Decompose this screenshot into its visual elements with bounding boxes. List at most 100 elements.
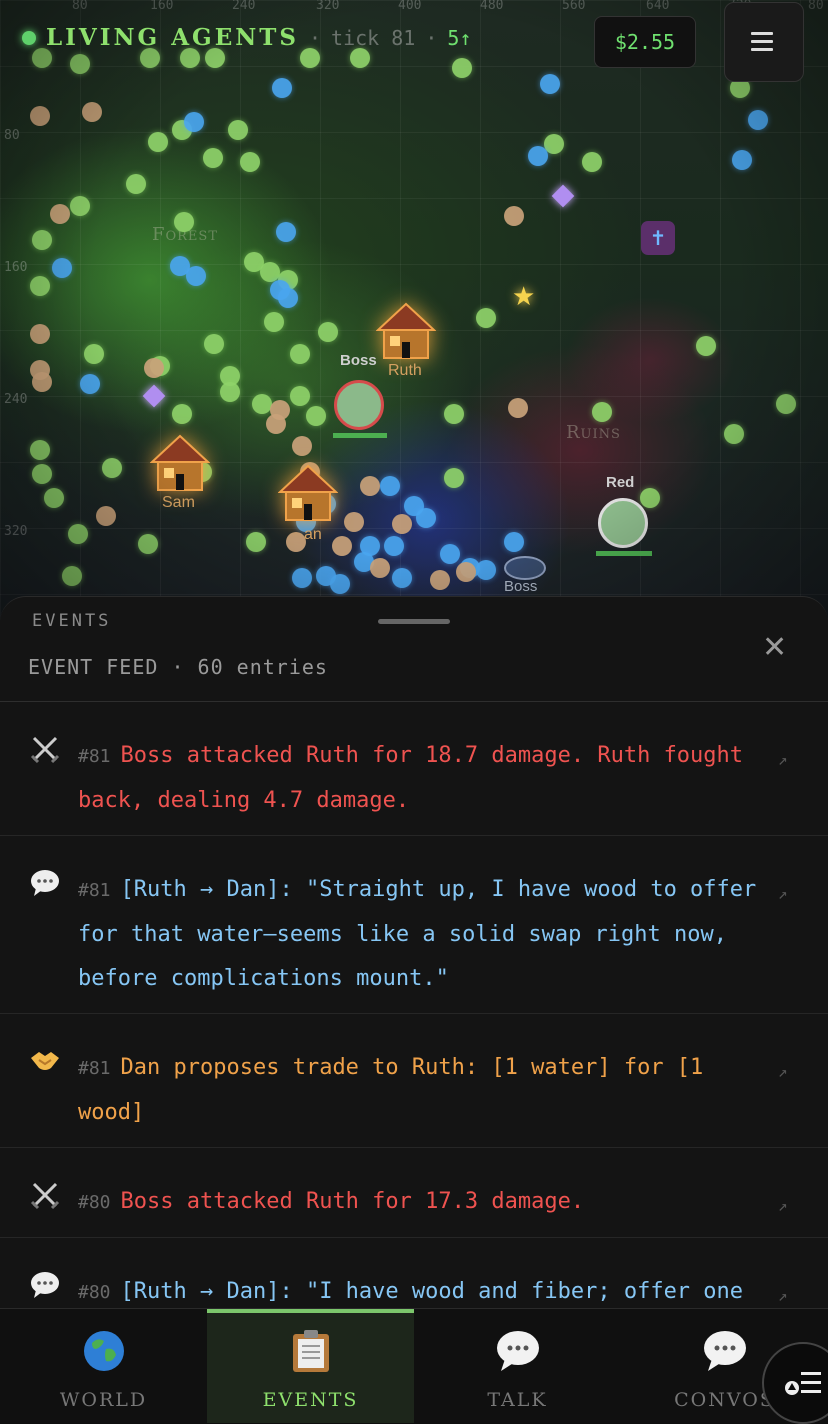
resource-dot [540,74,560,94]
close-button[interactable]: ✕ [762,633,787,663]
resource-dot [30,440,50,460]
tab-label: WORLD [59,1389,148,1411]
resource-dot [70,196,90,216]
event-feed[interactable]: #81 Boss attacked Ruth for 18.7 damage. R… [0,702,828,1309]
resource-dot [278,288,298,308]
x-tick: 80 [808,0,824,13]
tick-counter: tick 81 [331,25,416,50]
star-icon[interactable]: ★ [512,284,535,310]
resource-dot [290,386,310,406]
x-tick: 240 [232,0,256,13]
house-icon[interactable] [277,464,339,524]
resource-dot [80,374,100,394]
resource-dot [203,148,223,168]
resource-dot [276,222,296,242]
resource-dot [344,512,364,532]
x-tick: 400 [398,0,422,13]
event-item[interactable]: #80 [Ruth → Dan]: "I have wood and fiber;… [0,1238,828,1309]
event-item[interactable]: #81 Boss attacked Ruth for 18.7 damage. R… [0,702,828,836]
resource-dot [140,48,160,68]
y-tick: 240 [4,392,28,407]
resource-dot [350,48,370,68]
resource-dot [172,404,192,424]
menu-list-icon [785,1372,821,1395]
resource-dot [476,308,496,328]
event-text: Boss attacked Ruth for 18.7 damage. Ruth… [78,743,744,813]
agent-health-bar [596,551,652,556]
resource-dot [504,206,524,226]
resource-dot [30,324,50,344]
resource-dot [306,406,326,426]
speech-bubble-icon [28,866,62,900]
house-label: Ruth [388,362,422,379]
resource-dot [592,402,612,422]
menu-button[interactable] [724,2,804,82]
resource-dot [30,106,50,126]
open-external-icon[interactable]: ↗ [778,1274,788,1309]
balance-badge[interactable]: $2.55 [594,16,696,68]
resource-dot [440,544,460,564]
house-label: an [304,526,322,543]
resource-dot [300,48,320,68]
resource-dot [582,152,602,172]
resource-dot [186,266,206,286]
resource-dot [330,574,350,594]
resource-dot [138,534,158,554]
agent-boss[interactable] [334,380,384,430]
agent-name: Red [606,474,635,491]
open-external-icon[interactable]: ↗ [778,1050,788,1094]
agent-name: Boss [340,352,377,369]
world-map[interactable]: 80 160 240 320 400 480 560 640 720 80 80… [0,0,828,640]
tab-world[interactable]: WORLD [0,1309,207,1423]
resource-dot [286,532,306,552]
resource-dot [102,458,122,478]
resource-dot [62,566,82,586]
event-item[interactable]: #81 Dan proposes trade to Ruth: [1 water]… [0,1014,828,1148]
open-external-icon[interactable]: ↗ [778,872,788,916]
open-external-icon[interactable]: ↗ [778,1184,788,1228]
tab-talk[interactable]: TALK [414,1309,621,1423]
region-label-ruins: Ruins [566,422,621,443]
resource-dot [476,560,496,580]
house-icon[interactable] [375,302,437,362]
y-tick: 160 [4,260,28,275]
resource-dot [180,48,200,68]
resource-dot [70,54,90,74]
resource-dot [32,372,52,392]
shrine-icon[interactable]: ✝ [641,221,675,255]
x-tick: 560 [562,0,586,13]
event-item[interactable]: #81 [Ruth → Dan]: "Straight up, I have wo… [0,836,828,1014]
resource-dot [96,506,116,526]
open-external-icon[interactable]: ↗ [778,738,788,782]
tab-label: CONVOS [674,1389,775,1411]
resource-dot [292,568,312,588]
speed-indicator[interactable]: 5↑ [447,26,471,50]
separator: · [308,25,322,50]
separator: · [425,25,438,50]
resource-dot [220,382,240,402]
resource-dot [148,132,168,152]
x-tick: 640 [646,0,670,13]
clipboard-icon [287,1327,335,1375]
y-tick: 80 [4,128,20,143]
tab-events[interactable]: EVENTS [207,1309,414,1423]
house-icon[interactable] [149,434,211,494]
resource-dot [252,394,272,414]
resource-dot [126,174,146,194]
resource-dot [240,152,260,172]
resource-dot [68,524,88,544]
resource-dot [246,532,266,552]
drag-handle[interactable] [378,619,450,624]
resource-dot [82,102,102,122]
resource-dot [392,514,412,534]
resource-dot [380,476,400,496]
agent-boss-marker[interactable] [504,556,546,580]
event-item[interactable]: #80 Boss attacked Ruth for 17.3 damage. ↗ [0,1148,828,1238]
resource-dot [430,570,450,590]
event-text: [Ruth → Dan]: "Straight up, I have wood … [78,877,757,991]
tab-label: EVENTS [262,1389,359,1411]
crossed-swords-icon [28,1178,62,1212]
resource-dot [696,336,716,356]
agent-red[interactable] [598,498,648,548]
resource-dot [332,536,352,556]
